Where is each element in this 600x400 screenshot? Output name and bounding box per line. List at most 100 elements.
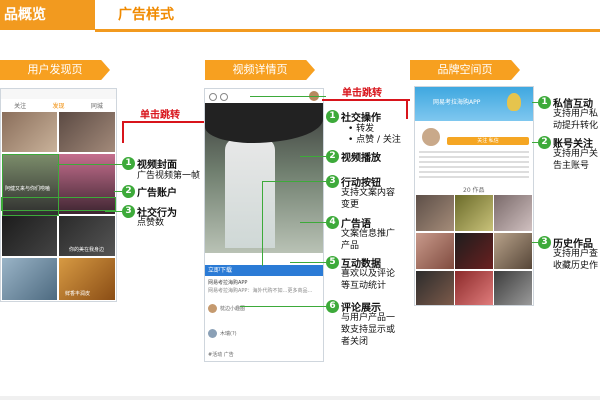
ann-mid-2-line xyxy=(300,156,326,157)
jump-line-1b xyxy=(122,121,204,123)
feed-thumb-1[interactable] xyxy=(2,112,57,152)
work-thumb-4[interactable] xyxy=(416,233,454,269)
ann-mid-4-desc-2: 产品 xyxy=(341,241,360,251)
feed-thumb-2[interactable] xyxy=(59,112,115,152)
ann-mid-6-desc-2: 致支持显示或 xyxy=(341,325,396,335)
tab-discover[interactable]: 发现 xyxy=(52,101,64,110)
tab-nearby[interactable]: 同城 xyxy=(91,101,103,110)
ann-right-3-desc-2: 收藏历史作 xyxy=(553,261,599,271)
jump-line-1a xyxy=(122,121,124,143)
feed-thumb-8[interactable]: 鲜香丰润皮 xyxy=(59,258,115,300)
ad-account-box xyxy=(1,197,116,211)
ann-mid-2-num: 2 xyxy=(326,150,339,163)
ad-copy: 网易考拉海购APP：海外代购不如…更多商品… xyxy=(208,288,313,294)
tab-follow[interactable]: 关注 xyxy=(14,101,26,110)
ann-mid-5-line xyxy=(290,262,326,263)
video-player[interactable] xyxy=(205,103,323,253)
jump-line-2b xyxy=(406,99,408,119)
ann-mid-5-num: 5 xyxy=(326,256,339,269)
balloon-icon xyxy=(507,93,521,111)
tags: #活动 广告 xyxy=(208,352,234,358)
ann-right-2-desc-1: 支持用户关 xyxy=(553,149,599,159)
umbrella-shape xyxy=(205,103,323,143)
ann-mid-6-desc-1: 与用户产品一 xyxy=(341,313,396,323)
ann-left-1-title: 视频封面 xyxy=(137,160,177,171)
overlay-text: 阿健又来与你们唠嗑 xyxy=(5,186,51,192)
ann-left-1-line xyxy=(57,164,122,165)
jump-label-2: 单击跳转 xyxy=(342,88,382,99)
discovery-screen: 关注 发现 同城 阿健又来与你们唠嗑 你的美在我身边 鲜香丰润皮 xyxy=(0,88,117,302)
ad-account-name: 网易考拉海购APP xyxy=(208,280,248,286)
ann-mid-3-desc-1: 支持文案内容 xyxy=(341,188,396,198)
ann-left-3-line xyxy=(105,211,122,212)
food-caption: 鲜香丰润皮 xyxy=(65,291,91,297)
video-detail-screen: 立即下载 网易考拉海购APP 网易考拉海购APP：海外代购不如…更多商品… 枕边… xyxy=(204,88,324,362)
work-thumb-8[interactable] xyxy=(455,271,493,305)
work-thumb-1[interactable] xyxy=(416,195,454,231)
overview-title: 品概览 xyxy=(0,0,95,30)
share-icon[interactable] xyxy=(209,93,217,101)
ann-right-1-desc-1: 支持用户私 xyxy=(553,109,599,119)
work-thumb-9[interactable] xyxy=(494,271,532,305)
work-thumb-5[interactable] xyxy=(455,233,493,269)
work-thumb-6[interactable] xyxy=(494,233,532,269)
ann-mid-4-desc-1: 文案信息推广 xyxy=(341,229,396,239)
video-person xyxy=(225,138,275,248)
ann-mid-6-desc-3: 者关闭 xyxy=(341,337,369,347)
like-icon[interactable] xyxy=(220,93,228,101)
feed-thumb-6[interactable]: 你的美在我身边 xyxy=(59,216,115,256)
works-tab[interactable]: 20 作品 xyxy=(463,185,485,194)
section-brand-space: 品牌空间页 xyxy=(410,60,520,80)
ann-right-3-num: 3 xyxy=(538,236,551,249)
ann-right-2-desc-2: 告主账号 xyxy=(553,161,590,171)
work-thumb-2[interactable] xyxy=(455,195,493,231)
ann-mid-6-line xyxy=(240,306,326,307)
ann-left-2-title: 广告账户 xyxy=(137,188,177,199)
ann-mid-5-desc-1: 喜欢以及评论 xyxy=(341,269,396,279)
ann-mid-5-desc-2: 等互动统计 xyxy=(341,281,387,291)
ad-style-title: 广告样式 xyxy=(118,7,174,23)
feed-thumb-7[interactable] xyxy=(2,258,57,300)
ann-mid-1-title: 社交操作 xyxy=(341,113,381,124)
header-divider xyxy=(95,29,600,32)
ann-mid-2-title: 视频播放 xyxy=(341,153,381,164)
ann-right-3-line xyxy=(532,242,538,243)
ann-mid-3-vline xyxy=(262,181,263,266)
section-user-discovery: 用户发现页 xyxy=(0,60,110,80)
ann-right-1-line xyxy=(532,102,538,103)
ann-mid-4-num: 4 xyxy=(326,216,339,229)
ann-left-3-desc: 点赞数 xyxy=(137,218,165,228)
ann-mid-1-line xyxy=(250,96,326,97)
bottom-strip xyxy=(0,396,600,400)
ann-left-2-line xyxy=(114,191,122,192)
ann-mid-4-line xyxy=(300,222,326,223)
ann-right-1-num: 1 xyxy=(538,96,551,109)
brand-header: 网易考拉海购APP xyxy=(415,87,533,121)
jump-label-1: 单击跳转 xyxy=(140,110,180,121)
comment-user-2: 木瑞(?) xyxy=(220,331,237,337)
cta-button[interactable]: 立即下载 xyxy=(205,265,323,276)
ann-right-2-num: 2 xyxy=(538,136,551,149)
brand-description xyxy=(419,151,529,179)
brand-app-name: 网易考拉海购APP xyxy=(433,99,481,106)
brand-avatar xyxy=(421,127,441,147)
ann-right-2-line xyxy=(532,142,538,143)
ann-right-3-desc-1: 支持用户查 xyxy=(553,249,599,259)
work-thumb-7[interactable] xyxy=(416,271,454,305)
comment-avatar-1 xyxy=(208,304,217,313)
thumb-caption: 你的美在我身边 xyxy=(69,247,105,253)
follow-message-bar[interactable]: 关注 私信 xyxy=(447,137,529,145)
feed-tabs: 关注 发现 同城 xyxy=(1,99,116,111)
ann-mid-3-num: 3 xyxy=(326,175,339,188)
ann-mid-3-desc-2: 变更 xyxy=(341,200,360,210)
ann-mid-6-num: 6 xyxy=(326,300,339,313)
ann-mid-1-bullet-2: • 点赞 / 关注 xyxy=(348,135,401,145)
jump-line-2a xyxy=(322,99,410,101)
brand-space-screen: 网易考拉海购APP 关注 私信 20 作品 xyxy=(414,86,534,306)
status-bar xyxy=(1,89,116,99)
ann-right-1-desc-2: 动提升转化 xyxy=(553,121,599,131)
ann-left-3-num: 3 xyxy=(122,205,135,218)
work-thumb-3[interactable] xyxy=(494,195,532,231)
ann-mid-1-num: 1 xyxy=(326,110,339,123)
feed-thumb-5[interactable] xyxy=(2,216,57,256)
